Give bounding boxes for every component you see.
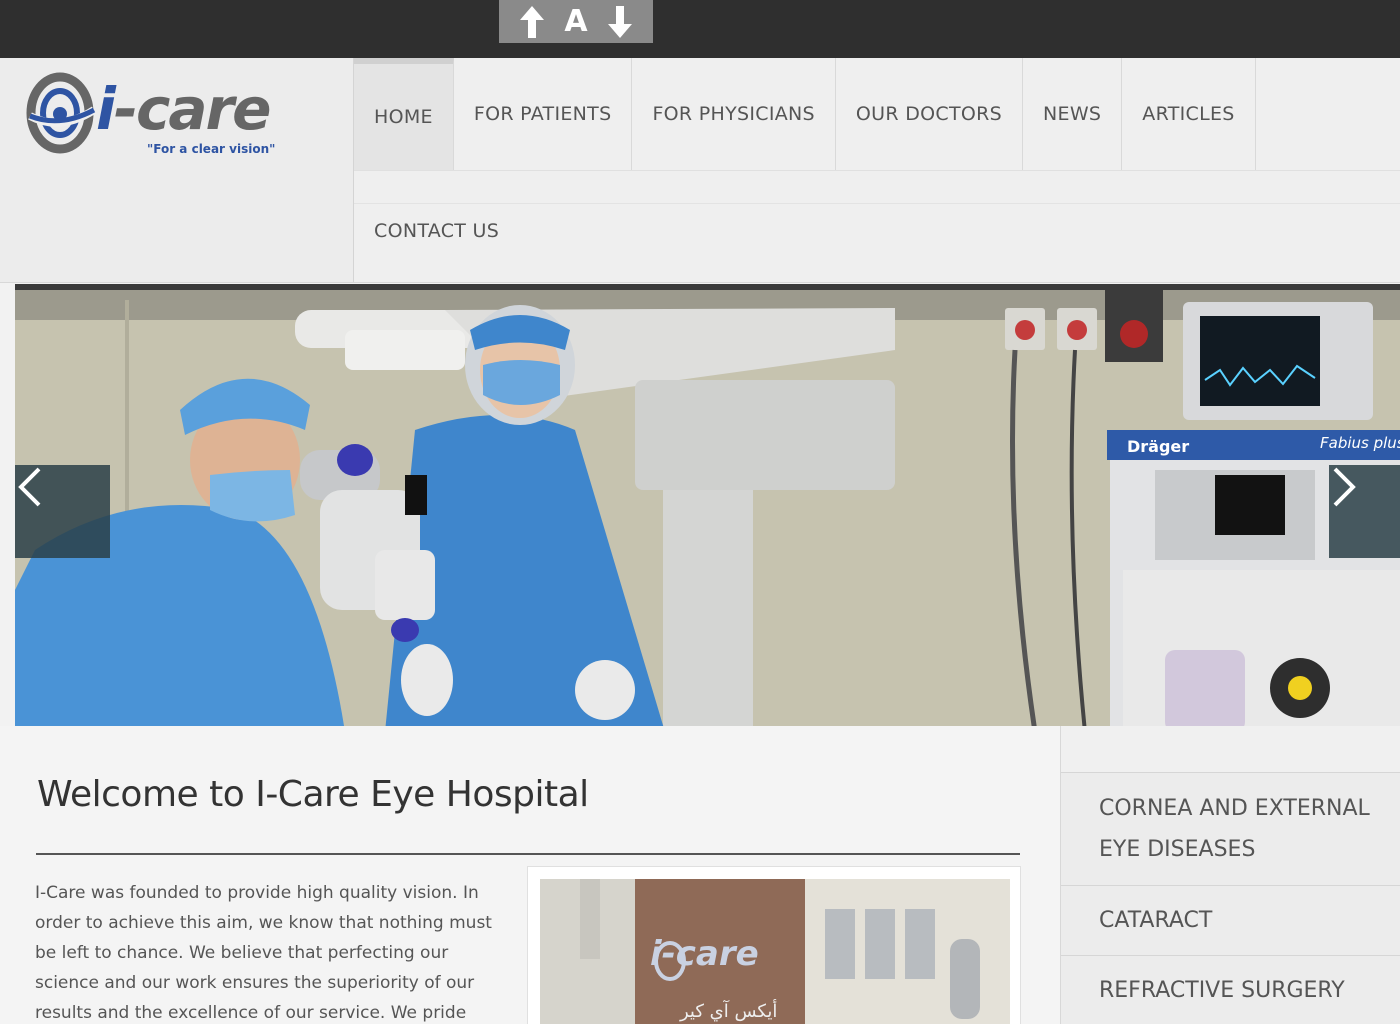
top-bar: A	[0, 0, 1400, 58]
sidebar-item-refractive-surgery[interactable]: REFRACTIVE SURGERY	[1061, 955, 1400, 1024]
arrow-up-icon	[519, 5, 544, 38]
main-content: Welcome to I-Care Eye Hospital I-Care wa…	[0, 726, 1060, 1024]
nav-home[interactable]: HOME	[354, 58, 454, 170]
hospital-photo-frame: i-care أيكس آي كير	[527, 866, 1021, 1024]
nav-articles[interactable]: ARTICLES	[1122, 58, 1256, 170]
slider-prev-button[interactable]	[15, 465, 110, 558]
svg-text:Fabius plus: Fabius plus	[1320, 434, 1400, 452]
font-reset-button[interactable]: A	[564, 6, 587, 37]
font-size-tools: A	[499, 0, 653, 43]
nav-for-patients[interactable]: FOR PATIENTS	[454, 58, 633, 170]
page-title: Welcome to I-Care Eye Hospital	[37, 774, 589, 815]
photo-sign-arabic: أيكس آي كير	[680, 1001, 778, 1022]
main-navigation: HOME FOR PATIENTS FOR PHYSICIANS OUR DOC…	[354, 58, 1400, 282]
arrow-down-icon	[608, 5, 633, 38]
nav-news[interactable]: NEWS	[1023, 58, 1123, 170]
nav-our-doctors[interactable]: OUR DOCTORS	[836, 58, 1024, 170]
nav-for-physicians[interactable]: FOR PHYSICIANS	[632, 58, 836, 170]
intro-paragraph: I-Care was founded to provide high quali…	[35, 883, 492, 1023]
sidebar-item-cornea[interactable]: CORNEA AND EXTERNAL EYE DISEASES	[1061, 772, 1400, 885]
logo-area: i-care "For a clear vision"	[0, 58, 354, 282]
chevron-right-icon	[1333, 467, 1356, 507]
site-logo[interactable]: i-care "For a clear vision"	[24, 70, 284, 160]
hospital-building-photo: i-care أيكس آي كير	[540, 879, 1010, 1024]
eye-logo-icon	[26, 72, 97, 154]
sidebar-item-cataract[interactable]: CATARACT	[1061, 885, 1400, 955]
site-header: i-care "For a clear vision" HOME FOR PAT…	[0, 58, 1400, 283]
font-decrease-button[interactable]	[607, 5, 633, 39]
nav-contact-us[interactable]: CONTACT US	[354, 208, 519, 254]
logo-tagline: "For a clear vision"	[147, 142, 276, 156]
svg-text:Dräger: Dräger	[1127, 437, 1189, 456]
slide-image-operating-room: Dräger Fabius plus	[15, 290, 1400, 726]
photo-sign-logo: i-care	[650, 934, 759, 974]
title-divider	[36, 853, 1020, 855]
nav-divider	[354, 170, 1400, 206]
hero-slider: Dräger Fabius plus	[15, 284, 1400, 726]
slider-next-button[interactable]	[1329, 465, 1400, 558]
font-increase-button[interactable]	[519, 5, 545, 39]
logo-wordmark: i-care	[96, 75, 271, 143]
chevron-left-icon	[18, 467, 41, 507]
specialties-sidebar: CORNEA AND EXTERNAL EYE DISEASES CATARAC…	[1060, 726, 1400, 1024]
